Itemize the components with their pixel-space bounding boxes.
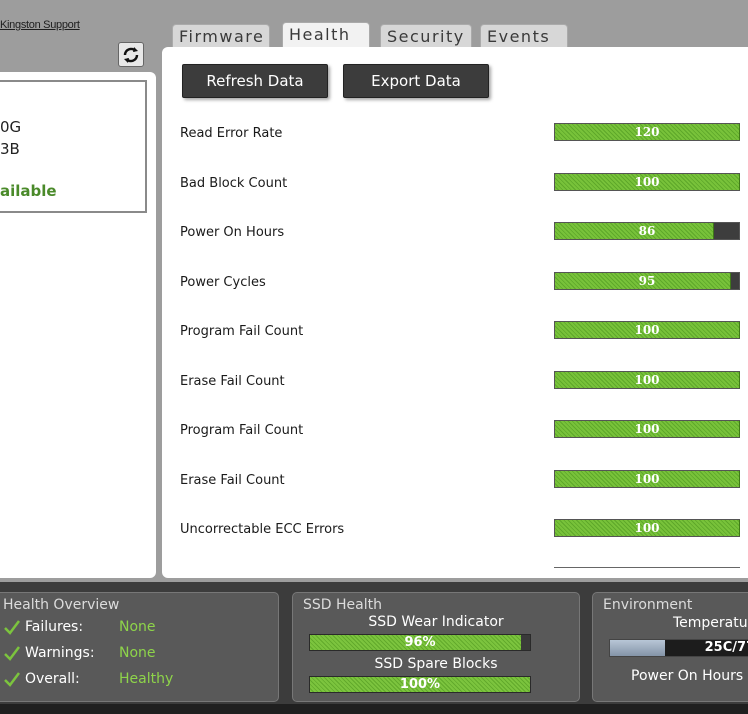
attribute-value: 100 xyxy=(634,472,660,486)
ssd-spare-value: 100% xyxy=(399,677,441,692)
ssd-wear-label: SSD Wear Indicator xyxy=(368,614,504,630)
ssd-health-card: SSD Health SSD Wear Indicator 96% SSD Sp… xyxy=(292,592,580,702)
attribute-value: 120 xyxy=(634,125,660,139)
overview-row: Failures: None xyxy=(3,617,273,639)
attribute-value: 86 xyxy=(638,224,656,238)
attribute-value: 100 xyxy=(634,373,660,387)
health-overview-card: Health Overview Failures: None Warnings:… xyxy=(0,592,279,702)
overview-value: None xyxy=(119,619,156,635)
environment-title: Environment xyxy=(603,597,693,613)
refresh-icon[interactable] xyxy=(118,42,144,67)
temperature-value: 25C/77F xyxy=(704,640,748,655)
check-icon xyxy=(4,620,20,635)
overview-value: None xyxy=(119,645,156,661)
attribute-label: Erase Fail Count xyxy=(180,374,285,389)
device-status: ailable xyxy=(0,182,57,200)
attribute-label: Program Fail Count xyxy=(180,324,304,339)
attribute-row: Erase Fail Count 100 xyxy=(162,470,748,494)
tab-security[interactable]: Security xyxy=(380,24,472,48)
temperature-bar: 25C/77F xyxy=(609,639,748,657)
tab-firmware[interactable]: Firmware xyxy=(172,24,270,48)
temperature-fill xyxy=(610,640,666,656)
device-info-box: 0G 3B ailable xyxy=(0,80,147,213)
attribute-row: Program Fail Count 100 xyxy=(162,420,748,444)
overview-label: Warnings: xyxy=(25,645,95,661)
tab-health[interactable]: Health xyxy=(282,22,370,48)
overview-row: Overall: Healthy xyxy=(3,669,273,691)
attribute-label: Erase Fail Count xyxy=(180,473,285,488)
attribute-row: Power On Hours 86 xyxy=(162,222,748,246)
ssd-spare-bar: 100% xyxy=(309,676,531,693)
attribute-value: 100 xyxy=(634,323,660,337)
attribute-value: 100 xyxy=(634,521,660,535)
attribute-label: Power Cycles xyxy=(180,275,266,290)
attribute-bar: 95 xyxy=(554,272,740,290)
overview-label: Overall: xyxy=(25,671,80,687)
health-overview-title: Health Overview xyxy=(3,597,120,613)
attribute-bar: 100 xyxy=(554,321,740,339)
attribute-value: 100 xyxy=(634,175,660,189)
device-size: 3B xyxy=(0,140,20,158)
attribute-label: Power On Hours xyxy=(180,225,285,240)
kingston-support-link[interactable]: Kingston Support xyxy=(0,19,80,31)
ssd-wear-bar: 96% xyxy=(309,634,531,651)
overview-row: Warnings: None xyxy=(3,643,273,665)
attribute-bar: 100 xyxy=(554,371,740,389)
power-on-hours-label: Power On Hours xyxy=(631,668,744,684)
attribute-row: Read Error Rate 120 xyxy=(162,123,748,147)
attribute-label: Read Error Rate xyxy=(180,126,283,141)
attribute-row: Bad Block Count 100 xyxy=(162,173,748,197)
attribute-label: Uncorrectable ECC Errors xyxy=(180,522,345,537)
attribute-row: Uncorrectable ECC Errors 100 xyxy=(162,519,748,543)
device-capacity: 0G xyxy=(0,118,22,136)
attribute-bar: 100 xyxy=(554,173,740,191)
check-icon xyxy=(4,646,20,661)
partial-row-divider xyxy=(554,567,740,568)
attribute-value: 100 xyxy=(634,422,660,436)
tab-events[interactable]: Events xyxy=(480,24,568,48)
overview-value: Healthy xyxy=(119,671,174,687)
export-data-button[interactable]: Export Data xyxy=(343,64,489,98)
attribute-bar: 100 xyxy=(554,420,740,438)
attribute-label: Bad Block Count xyxy=(180,176,288,191)
attribute-value: 95 xyxy=(638,274,656,288)
attribute-bar: 100 xyxy=(554,519,740,537)
attribute-bar: 86 xyxy=(554,222,740,240)
attribute-label: Program Fail Count xyxy=(180,423,304,438)
temperature-label: Temperatu xyxy=(673,615,748,631)
health-panel: Refresh Data Export Data Read Error Rate… xyxy=(162,47,748,578)
attribute-bar: 120 xyxy=(554,123,740,141)
attribute-row: Erase Fail Count 100 xyxy=(162,371,748,395)
refresh-data-button[interactable]: Refresh Data xyxy=(182,64,328,98)
ssd-wear-value: 96% xyxy=(404,635,436,650)
check-icon xyxy=(4,672,20,687)
attribute-row: Power Cycles 95 xyxy=(162,272,748,296)
ssd-health-title: SSD Health xyxy=(303,597,382,613)
attribute-bar: 100 xyxy=(554,470,740,488)
overview-label: Failures: xyxy=(25,619,84,635)
environment-card: Environment Temperatu 25C/77F Power On H… xyxy=(592,592,748,702)
ssd-spare-label: SSD Spare Blocks xyxy=(374,656,498,672)
attribute-row: Program Fail Count 100 xyxy=(162,321,748,345)
